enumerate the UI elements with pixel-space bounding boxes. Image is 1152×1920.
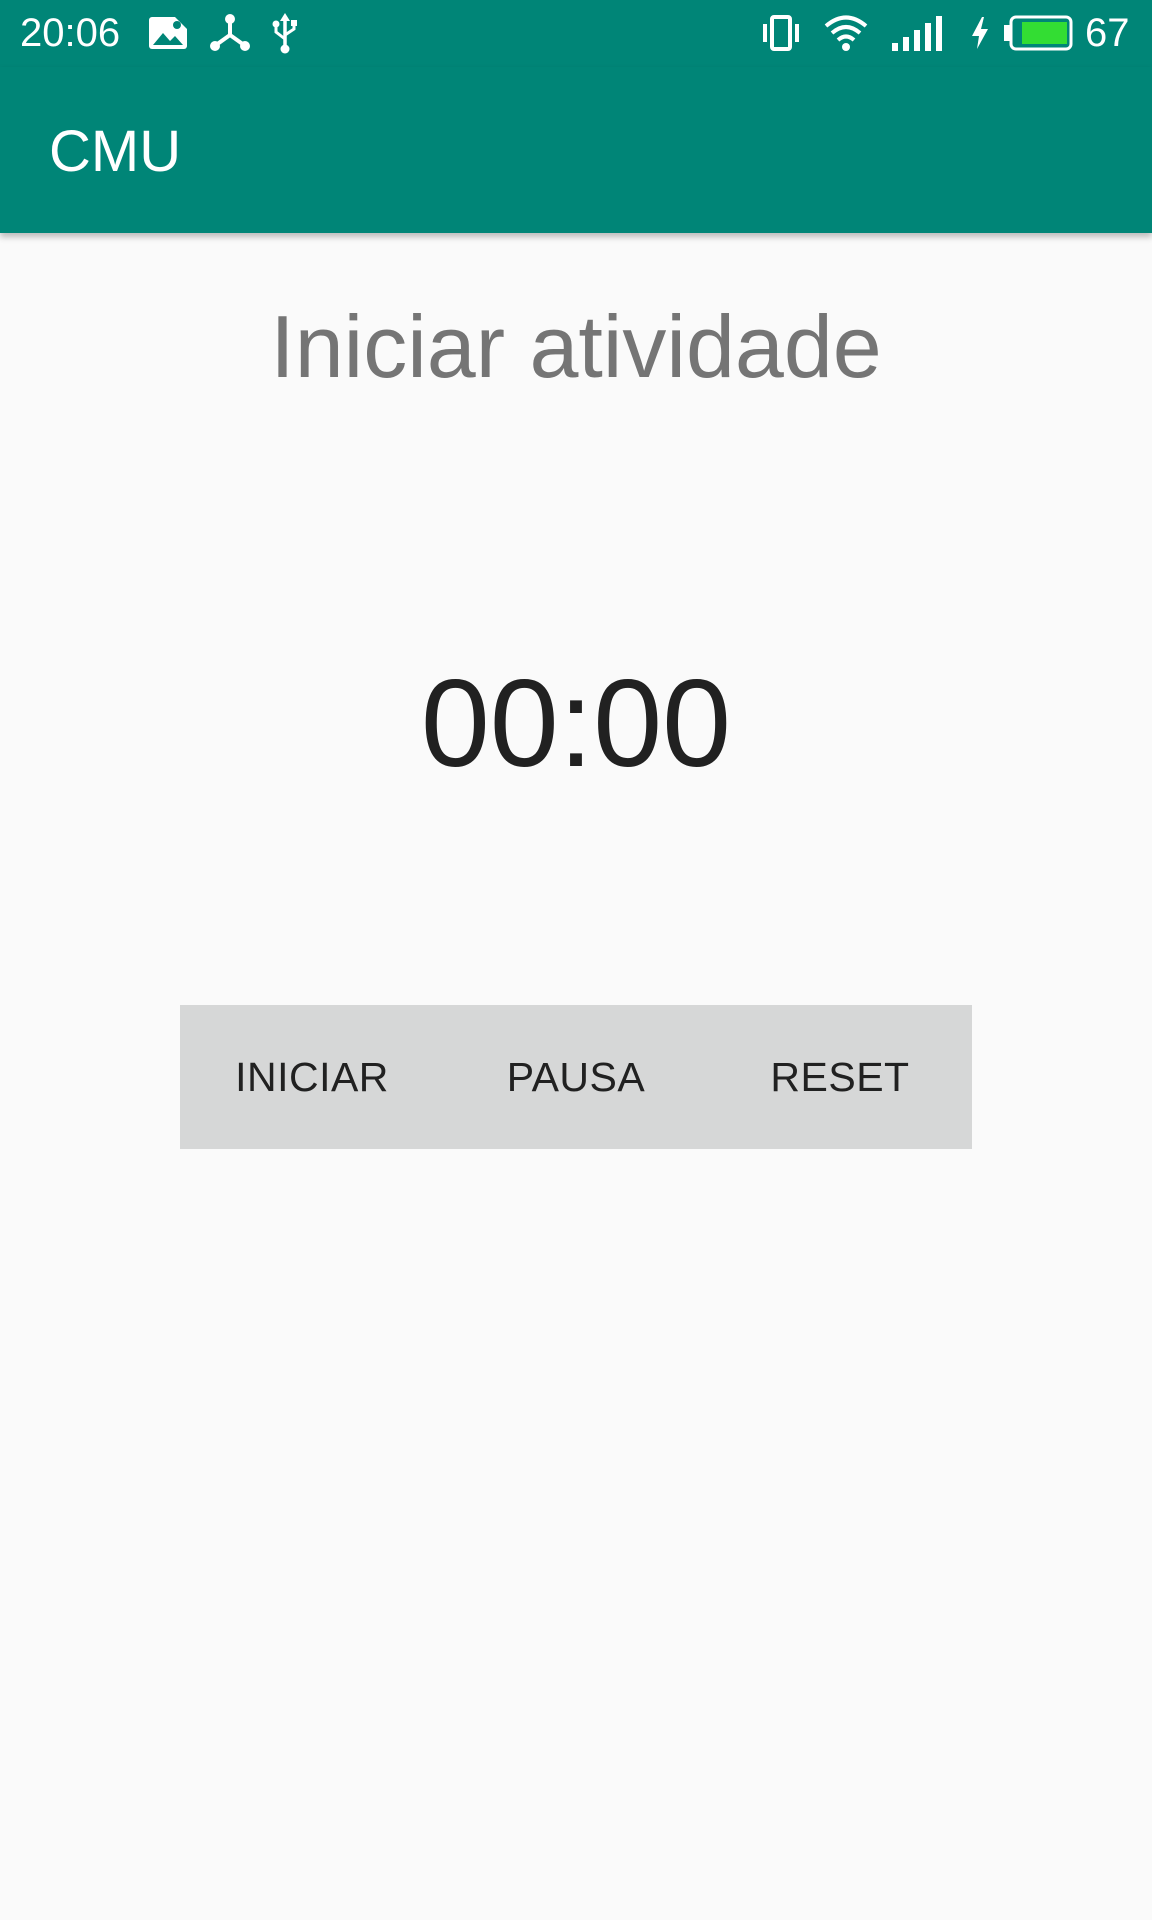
status-bar: 20:06 67 <box>0 0 1152 67</box>
battery-icon <box>1004 15 1073 51</box>
vibrate-icon <box>763 15 799 51</box>
app-title: CMU <box>49 119 182 184</box>
control-button-bar: INICIAR PAUSA RESET <box>180 1005 972 1149</box>
battery-level: 67 <box>1085 11 1130 55</box>
app-bar: CMU <box>0 67 1152 233</box>
activity-title: Iniciar atividade <box>270 297 882 396</box>
timer-display: 00:00 <box>420 655 732 793</box>
charging-icon <box>972 17 988 49</box>
start-button[interactable]: INICIAR <box>180 1005 444 1149</box>
reset-button[interactable]: RESET <box>708 1005 972 1149</box>
pause-button[interactable]: PAUSA <box>444 1005 708 1149</box>
wifi-icon <box>824 15 868 51</box>
signal-icon <box>892 16 942 51</box>
status-time: 20:06 <box>20 11 121 55</box>
share-notification-icon <box>210 14 250 51</box>
gallery-notification-icon <box>149 17 187 49</box>
usb-icon <box>272 13 297 54</box>
